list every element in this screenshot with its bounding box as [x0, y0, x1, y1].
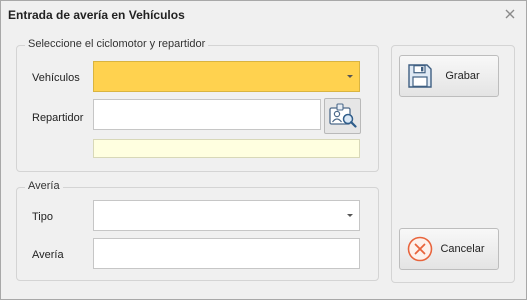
vehiculos-select[interactable] — [93, 61, 360, 92]
averia-input[interactable] — [93, 238, 360, 269]
averia-group-legend: Avería — [25, 180, 63, 192]
repartidor-lookup-button[interactable] — [324, 98, 361, 134]
close-icon — [505, 9, 515, 19]
save-button[interactable]: Grabar — [399, 55, 499, 97]
repartidor-info-field — [93, 139, 360, 158]
window-title: Entrada de avería en Vehículos — [8, 8, 185, 22]
repartidor-label: Repartidor — [32, 112, 84, 124]
vehicle-group-legend: Seleccione el ciclomotor y repartidor — [25, 38, 209, 50]
floppy-disk-icon — [403, 59, 437, 93]
cancel-button-label: Cancelar — [440, 243, 485, 255]
tipo-select[interactable] — [93, 200, 360, 231]
close-button[interactable] — [501, 7, 519, 21]
averia-label: Avería — [32, 249, 64, 261]
id-card-search-icon — [328, 103, 357, 128]
chevron-down-icon — [347, 214, 353, 217]
vehiculos-label: Vehículos — [32, 72, 80, 84]
chevron-down-icon — [347, 75, 353, 78]
cancel-circle-icon — [403, 232, 437, 266]
save-button-label: Grabar — [445, 70, 480, 82]
cancel-button[interactable]: Cancelar — [399, 228, 499, 270]
repartidor-input[interactable] — [93, 99, 321, 130]
title-bar: Entrada de avería en Vehículos — [1, 1, 526, 28]
tipo-label: Tipo — [32, 211, 53, 223]
dialog-window: Entrada de avería en Vehículos Seleccion… — [0, 0, 527, 300]
